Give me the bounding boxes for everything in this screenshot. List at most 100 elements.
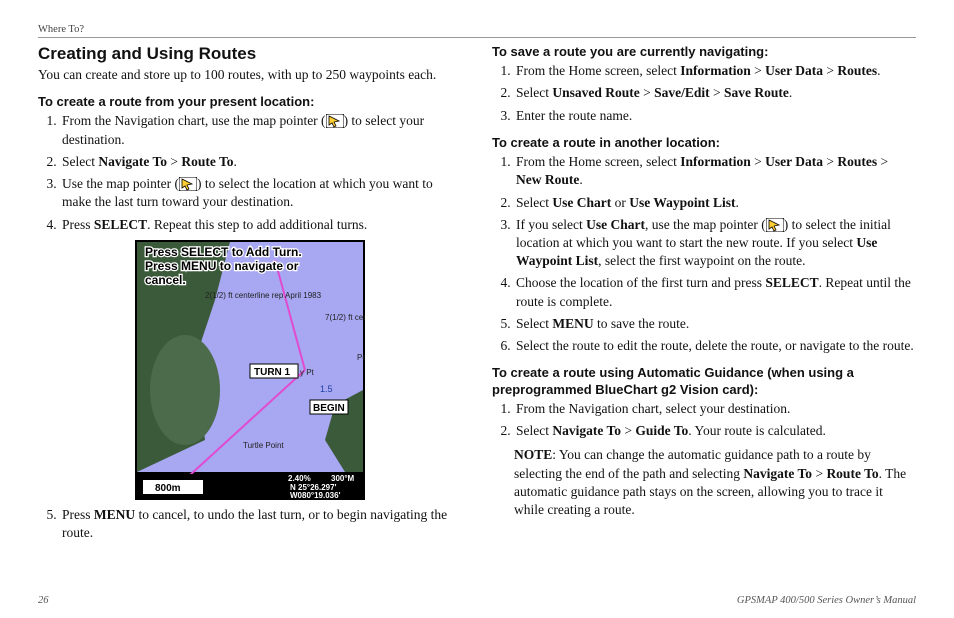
map-pointer-icon [179, 177, 197, 191]
text: From the Home screen, select [516, 63, 680, 78]
svg-text:2(1/2) ft centerline rep April: 2(1/2) ft centerline rep April 1983 [205, 291, 322, 300]
section-title: Creating and Using Routes [38, 44, 462, 64]
list-item: Use the map pointer () to select the loc… [60, 175, 462, 211]
right-heading-2: To create a route in another location: [492, 135, 916, 151]
text: . Repeat this step to add additional tur… [147, 217, 367, 232]
list-item: From the Navigation chart, use the map p… [60, 112, 462, 148]
route-figure: Press SELECT to Add Turn. Press MENU to … [38, 240, 462, 500]
map-pointer-icon [766, 218, 784, 232]
bold: SELECT [94, 217, 147, 232]
list-item: Select Navigate To > Route To. [60, 153, 462, 171]
text: Use the map pointer ( [62, 176, 179, 191]
text: , use the map pointer ( [645, 217, 766, 232]
svg-text:cancel.: cancel. [145, 273, 186, 287]
svg-text:y Pt: y Pt [300, 368, 315, 377]
text: Press [62, 217, 94, 232]
footer-title: GPSMAP 400/500 Series Owner’s Manual [737, 595, 916, 606]
page-number: 26 [38, 595, 49, 606]
bold: Use Chart [552, 195, 611, 210]
text: > [640, 85, 654, 100]
text: to save the route. [594, 316, 690, 331]
text: > [751, 154, 765, 169]
text: > [812, 466, 826, 481]
bold: Use Chart [586, 217, 645, 232]
text: Select [516, 316, 552, 331]
bold: User Data [765, 154, 823, 169]
svg-text:300°M: 300°M [331, 474, 355, 483]
list-item: Select MENU to save the route. [514, 315, 916, 333]
text: > [621, 423, 635, 438]
intro-text: You can create and store up to 100 route… [38, 66, 462, 84]
text: . [579, 172, 582, 187]
list-item: Press SELECT. Repeat this step to add ad… [60, 216, 462, 234]
running-head: Where To? [38, 24, 916, 38]
text: , select the first waypoint on the route… [598, 253, 805, 268]
text: Select [62, 154, 98, 169]
bold: Route To [826, 466, 878, 481]
list-item: Select Unsaved Route > Save/Edit > Save … [514, 84, 916, 102]
left-steps-part2: Press MENU to cancel, to undo the last t… [38, 506, 462, 542]
right-column: To save a route you are currently naviga… [492, 42, 916, 587]
list-item: From the Home screen, select Information… [514, 62, 916, 80]
svg-text:W080°19.036': W080°19.036' [290, 491, 341, 500]
text: Select [516, 195, 552, 210]
bold: Route To [181, 154, 233, 169]
svg-text:Press MENU to navigate or: Press MENU to navigate or [145, 259, 299, 273]
text: > [823, 154, 837, 169]
svg-text:800m: 800m [155, 483, 181, 494]
bold: MENU [94, 507, 135, 522]
list-item: From the Home screen, select Information… [514, 153, 916, 189]
bold: NOTE [514, 447, 552, 462]
text: From the Home screen, select [516, 154, 680, 169]
route-screenshot: Press SELECT to Add Turn. Press MENU to … [135, 240, 365, 500]
svg-text:Turtle Point: Turtle Point [243, 441, 284, 450]
bold: SELECT [765, 275, 818, 290]
bold: Routes [837, 154, 877, 169]
svg-text:7(1/2) ft cer: 7(1/2) ft cer [325, 313, 365, 322]
page-footer: 26 GPSMAP 400/500 Series Owner’s Manual [38, 595, 916, 606]
text: > [710, 85, 724, 100]
right-steps-b: From the Home screen, select Information… [492, 153, 916, 355]
bold: Unsaved Route [552, 85, 639, 100]
list-item: Choose the location of the first turn an… [514, 274, 916, 310]
list-item: Select the route to edit the route, dele… [514, 337, 916, 355]
bold: Navigate To [743, 466, 812, 481]
note-text: NOTE: You can change the automatic guida… [514, 446, 916, 519]
right-heading-1: To save a route you are currently naviga… [492, 44, 916, 60]
map-pointer-icon [326, 114, 344, 128]
text: > [823, 63, 837, 78]
bold: Routes [837, 63, 877, 78]
right-heading-3: To create a route using Automatic Guidan… [492, 365, 916, 398]
text: . Your route is calculated. [688, 423, 826, 438]
svg-text:BEGIN: BEGIN [313, 403, 345, 414]
bold: Save/Edit [654, 85, 710, 100]
list-item: Enter the route name. [514, 107, 916, 125]
left-steps-part1: From the Navigation chart, use the map p… [38, 112, 462, 233]
text: > [877, 154, 888, 169]
bold: Use Waypoint List [629, 195, 735, 210]
text: Select [516, 85, 552, 100]
svg-text:1.5: 1.5 [320, 384, 333, 394]
bold: Save Route [724, 85, 789, 100]
content-columns: Creating and Using Routes You can create… [38, 42, 916, 587]
text: . [789, 85, 792, 100]
bold: Information [680, 63, 751, 78]
text: Choose the location of the first turn an… [516, 275, 765, 290]
bold: New Route [516, 172, 579, 187]
left-heading: To create a route from your present loca… [38, 94, 462, 110]
text: If you select [516, 217, 586, 232]
list-item: From the Navigation chart, select your d… [514, 400, 916, 418]
text: . [877, 63, 880, 78]
bold: User Data [765, 63, 823, 78]
svg-text:Press SELECT to Add Turn.: Press SELECT to Add Turn. [145, 245, 302, 259]
bold: Guide To [635, 423, 688, 438]
svg-text:TURN 1: TURN 1 [254, 367, 291, 378]
text: From the Navigation chart, use the map p… [62, 113, 326, 128]
list-item: Select Use Chart or Use Waypoint List. [514, 194, 916, 212]
text: > [751, 63, 765, 78]
text: > [167, 154, 181, 169]
right-steps-a: From the Home screen, select Information… [492, 62, 916, 125]
bold: Information [680, 154, 751, 169]
list-item: If you select Use Chart, use the map poi… [514, 216, 916, 271]
list-item: Select Navigate To > Guide To. Your rout… [514, 422, 916, 440]
